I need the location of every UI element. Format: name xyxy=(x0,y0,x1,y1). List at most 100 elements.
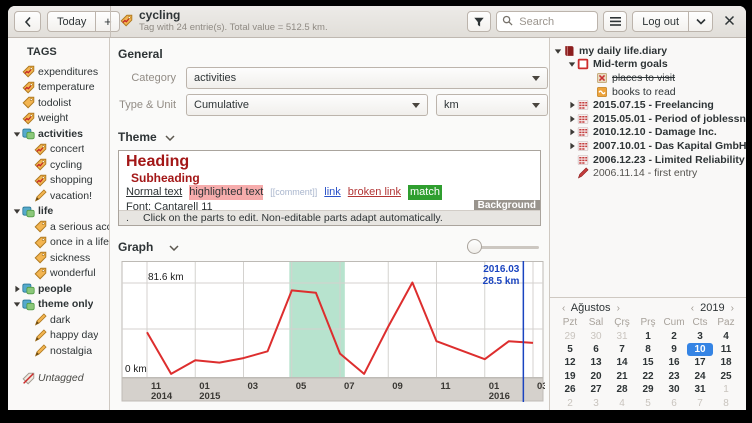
calendar-day-5-adjacent[interactable]: 5 xyxy=(635,396,661,409)
diary-tree-item-3[interactable]: books to read xyxy=(550,85,746,99)
expander-open-icon[interactable] xyxy=(553,47,563,55)
expander-closed-icon[interactable] xyxy=(567,128,577,136)
calendar-day-15[interactable]: 15 xyxy=(635,356,661,369)
sidebar-item-shopping[interactable]: shopping xyxy=(8,173,109,189)
diary-tree-item-7[interactable]: 2007.10.01 - Das Kapital GmbH xyxy=(550,139,746,153)
calendar-day-6[interactable]: 6 xyxy=(583,343,609,356)
diary-tree-item-8[interactable]: 2006.12.23 - Limited Reliability Co. xyxy=(550,153,746,167)
calendar-day-13[interactable]: 13 xyxy=(583,356,609,369)
expander-open-icon[interactable] xyxy=(11,130,22,138)
graph-section-header[interactable]: Graph xyxy=(118,239,541,255)
sidebar-item-happy-day[interactable]: happy day xyxy=(8,328,109,344)
calendar-day-22[interactable]: 22 xyxy=(635,370,661,383)
sidebar-item-weight[interactable]: weight xyxy=(8,111,109,127)
calendar-day-23[interactable]: 23 xyxy=(661,370,687,383)
calendar-day-2-adjacent[interactable]: 2 xyxy=(557,396,583,409)
expander-open-icon[interactable] xyxy=(567,60,577,68)
type-dropdown[interactable]: Cumulative xyxy=(186,94,428,116)
calendar-day-25[interactable]: 25 xyxy=(713,370,739,383)
sidebar-item-vacation[interactable]: vacation! xyxy=(8,188,109,204)
diary-tree-item-0[interactable]: my daily life.diary xyxy=(550,44,746,58)
sidebar-item-untagged[interactable]: Untagged xyxy=(8,371,109,387)
logout-menu-button[interactable] xyxy=(688,11,713,32)
calendar-day-17[interactable]: 17 xyxy=(687,356,713,369)
calendar-day-1[interactable]: 1 xyxy=(635,329,661,342)
calendar-day-29[interactable]: 29 xyxy=(635,383,661,396)
sidebar-item-concert[interactable]: concert xyxy=(8,142,109,158)
search-input[interactable] xyxy=(517,15,591,29)
category-dropdown[interactable]: activities xyxy=(186,67,548,89)
menu-button[interactable] xyxy=(603,11,627,32)
sidebar-item-people[interactable]: people xyxy=(8,281,109,297)
calendar-day-27[interactable]: 27 xyxy=(583,383,609,396)
calendar-day-11[interactable]: 11 xyxy=(713,343,739,356)
calendar-next-year-button[interactable]: › xyxy=(728,303,737,314)
theme-match-sample[interactable]: match xyxy=(408,185,442,200)
diary-tree-item-5[interactable]: 2015.05.01 - Period of joblessness and j… xyxy=(550,112,746,126)
theme-comment-sample[interactable]: [[comment]] xyxy=(270,185,317,200)
expander-closed-icon[interactable] xyxy=(567,115,577,123)
diary-tree-item-6[interactable]: 2010.12.10 - Damage Inc. xyxy=(550,126,746,140)
calendar-day-4-adjacent[interactable]: 4 xyxy=(609,396,635,409)
sidebar-item-a-serious-acco[interactable]: a serious acco... xyxy=(8,219,109,235)
theme-heading-sample[interactable]: Heading xyxy=(126,153,533,171)
calendar-prev-month-button[interactable]: ‹ xyxy=(559,303,568,314)
calendar-day-7-adjacent[interactable]: 7 xyxy=(687,396,713,409)
theme-broken-link-sample[interactable]: broken link xyxy=(348,185,401,200)
graph-zoom-slider[interactable] xyxy=(467,239,539,255)
theme-section-header[interactable]: Theme xyxy=(118,130,541,144)
diary-tree-item-9[interactable]: 2006.11.14 - first entry xyxy=(550,166,746,180)
calendar-day-14[interactable]: 14 xyxy=(609,356,635,369)
calendar-day-2[interactable]: 2 xyxy=(661,329,687,342)
theme-subheading-sample[interactable]: Subheading xyxy=(126,171,533,185)
expander-closed-icon[interactable] xyxy=(567,101,577,109)
expander-closed-icon[interactable] xyxy=(567,142,577,150)
close-button[interactable] xyxy=(718,11,740,33)
sidebar-item-nostalgia[interactable]: nostalgia xyxy=(8,343,109,359)
sidebar-item-wonderful[interactable]: wonderful xyxy=(8,266,109,282)
calendar-next-month-button[interactable]: › xyxy=(614,303,623,314)
diary-tree-item-2[interactable]: places to visit xyxy=(550,71,746,85)
calendar-day-21[interactable]: 21 xyxy=(609,370,635,383)
calendar-day-24[interactable]: 24 xyxy=(687,370,713,383)
calendar-day-30-adjacent[interactable]: 30 xyxy=(583,329,609,342)
theme-preview-box[interactable]: Heading Subheading Normal text highlight… xyxy=(118,150,541,226)
unit-dropdown[interactable]: km xyxy=(436,94,548,116)
theme-highlight-sample[interactable]: highlighted text xyxy=(189,185,263,200)
logout-button[interactable]: Log out xyxy=(632,11,689,32)
tag-chart[interactable]: 1120140120150305070911012016032016.0328.… xyxy=(118,261,541,405)
calendar-day-1-adjacent[interactable]: 1 xyxy=(713,383,739,396)
calendar-day-19[interactable]: 19 xyxy=(557,370,583,383)
calendar-day-31[interactable]: 31 xyxy=(687,383,713,396)
calendar-day-12[interactable]: 12 xyxy=(557,356,583,369)
calendar-day-26[interactable]: 26 xyxy=(557,383,583,396)
calendar-day-4[interactable]: 4 xyxy=(713,329,739,342)
sidebar-item-activities[interactable]: activities xyxy=(8,126,109,142)
new-entry-button[interactable]: + xyxy=(95,11,120,32)
calendar-day-7[interactable]: 7 xyxy=(609,343,635,356)
theme-link-sample[interactable]: link xyxy=(324,185,341,200)
diary-tree-item-4[interactable]: 2015.07.15 - Freelancing xyxy=(550,98,746,112)
sidebar-item-cycling[interactable]: cycling xyxy=(8,157,109,173)
calendar-day-10[interactable]: 10 xyxy=(687,343,713,356)
sidebar-item-dark[interactable]: dark xyxy=(8,312,109,328)
sidebar-item-theme-only[interactable]: theme only xyxy=(8,297,109,313)
calendar-day-9[interactable]: 9 xyxy=(661,343,687,356)
filter-button[interactable] xyxy=(467,11,491,32)
calendar-day-28[interactable]: 28 xyxy=(609,383,635,396)
diary-tree-item-1[interactable]: Mid-term goals xyxy=(550,58,746,72)
expander-open-icon[interactable] xyxy=(11,207,22,215)
sidebar-item-once-in-a-lifeti[interactable]: once in a lifeti... xyxy=(8,235,109,251)
back-button[interactable] xyxy=(14,11,41,32)
calendar-day-16[interactable]: 16 xyxy=(661,356,687,369)
calendar-day-8-adjacent[interactable]: 8 xyxy=(713,396,739,409)
sidebar-item-temperature[interactable]: temperature xyxy=(8,80,109,96)
expander-open-icon[interactable] xyxy=(11,300,22,308)
calendar-day-30[interactable]: 30 xyxy=(661,383,687,396)
theme-normal-text-sample[interactable]: Normal text xyxy=(126,185,182,200)
calendar-day-29-adjacent[interactable]: 29 xyxy=(557,329,583,342)
today-button[interactable]: Today xyxy=(47,11,96,32)
calendar-prev-year-button[interactable]: ‹ xyxy=(688,303,697,314)
calendar-day-3-adjacent[interactable]: 3 xyxy=(583,396,609,409)
calendar-day-3[interactable]: 3 xyxy=(687,329,713,342)
